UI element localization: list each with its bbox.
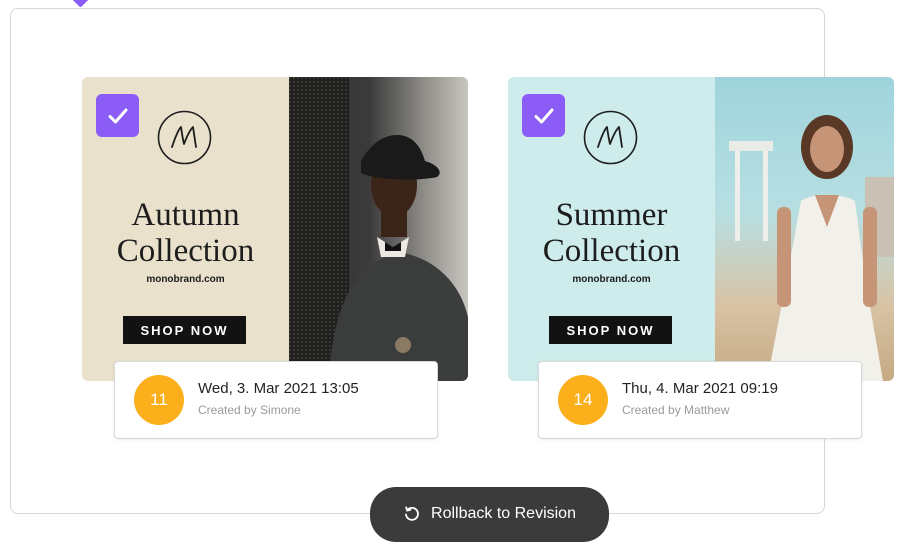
shop-now-button[interactable]: SHOP NOW [549, 316, 672, 344]
ad-title-line1: Summer [555, 197, 668, 233]
revision-number-badge: 11 [134, 375, 184, 425]
ad-text-panel: Summer Collection monobrand.com SHOP NOW [508, 77, 715, 381]
check-icon [534, 108, 553, 123]
revision-card-autumn[interactable]: Autumn Collection monobrand.com SHOP NOW [82, 77, 468, 381]
revision-date: Wed, 3. Mar 2021 13:05 [198, 380, 359, 397]
monobrand-logo-icon [157, 110, 212, 165]
selection-pointer [71, 0, 90, 8]
select-checkbox[interactable] [522, 94, 565, 137]
revision-creator: Created by Simone [198, 403, 301, 417]
ad-title-line2: Collection [116, 233, 255, 269]
revision-info-11[interactable]: 11 Wed, 3. Mar 2021 13:05 Created by Sim… [114, 361, 438, 439]
revision-date: Thu, 4. Mar 2021 09:19 [622, 380, 778, 397]
shop-now-button[interactable]: SHOP NOW [123, 316, 246, 344]
ad-title: Autumn Collection [82, 197, 289, 269]
select-checkbox[interactable] [96, 94, 139, 137]
model-photo [289, 77, 468, 381]
model-photo [715, 77, 894, 381]
rollback-to-revision-button[interactable]: Rollback to Revision [370, 487, 609, 542]
ad-title-line2: Collection [542, 233, 681, 269]
rollback-label: Rollback to Revision [431, 505, 576, 522]
revision-card-summer[interactable]: Summer Collection monobrand.com SHOP NOW [508, 77, 894, 381]
revision-number-badge: 14 [558, 375, 608, 425]
ad-text-panel: Autumn Collection monobrand.com SHOP NOW [82, 77, 289, 381]
ad-domain: monobrand.com [146, 274, 225, 285]
check-icon [108, 108, 127, 123]
ad-domain: monobrand.com [572, 274, 651, 285]
ad-title: Summer Collection [508, 197, 715, 269]
rollback-icon [405, 506, 419, 521]
revision-creator: Created by Matthew [622, 403, 730, 417]
monobrand-logo-icon [583, 110, 638, 165]
revision-info-14[interactable]: 14 Thu, 4. Mar 2021 09:19 Created by Mat… [538, 361, 862, 439]
ad-title-line1: Autumn [131, 197, 240, 233]
